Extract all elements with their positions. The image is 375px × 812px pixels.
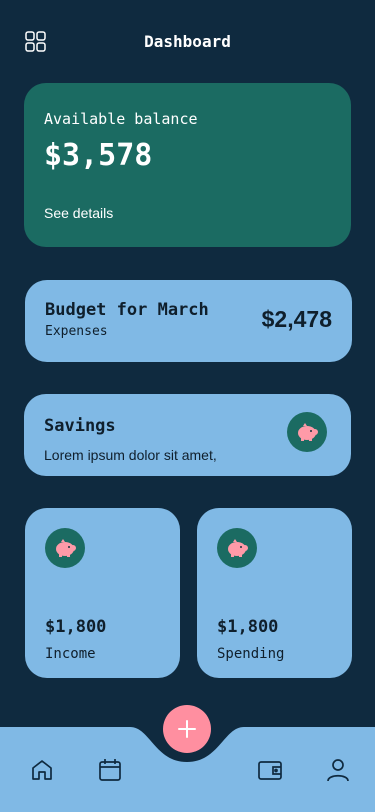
piggy-bank-icon	[217, 528, 257, 568]
balance-card[interactable]: Available balance $3,578 See details	[24, 83, 351, 247]
piggy-bank-icon	[45, 528, 85, 568]
plus-icon	[178, 720, 196, 738]
wallet-icon[interactable]	[257, 757, 283, 783]
income-card[interactable]: $1,800 Income	[25, 508, 180, 678]
budget-amount: $2,478	[261, 306, 332, 332]
see-details-link[interactable]: See details	[44, 205, 113, 221]
piggy-bank-icon	[287, 412, 327, 452]
balance-label: Available balance	[44, 110, 198, 128]
budget-card[interactable]: Budget for March Expenses $2,478	[25, 280, 352, 362]
home-icon[interactable]	[29, 757, 55, 783]
header: Dashboard	[0, 24, 375, 60]
spending-amount: $1,800	[217, 617, 279, 637]
budget-subtitle: Expenses	[45, 324, 108, 339]
income-amount: $1,800	[45, 617, 107, 637]
balance-amount: $3,578	[44, 138, 153, 173]
user-icon[interactable]	[325, 757, 351, 783]
page-title: Dashboard	[144, 32, 231, 51]
add-button[interactable]	[163, 705, 211, 753]
savings-card[interactable]: Savings Lorem ipsum dolor sit amet,	[24, 394, 351, 476]
budget-title: Budget for March	[45, 300, 209, 320]
calendar-icon[interactable]	[97, 757, 123, 783]
savings-description: Lorem ipsum dolor sit amet,	[44, 447, 217, 463]
income-label: Income	[45, 646, 96, 662]
savings-title: Savings	[44, 416, 116, 436]
spending-label: Spending	[217, 646, 285, 662]
spending-card[interactable]: $1,800 Spending	[197, 508, 352, 678]
